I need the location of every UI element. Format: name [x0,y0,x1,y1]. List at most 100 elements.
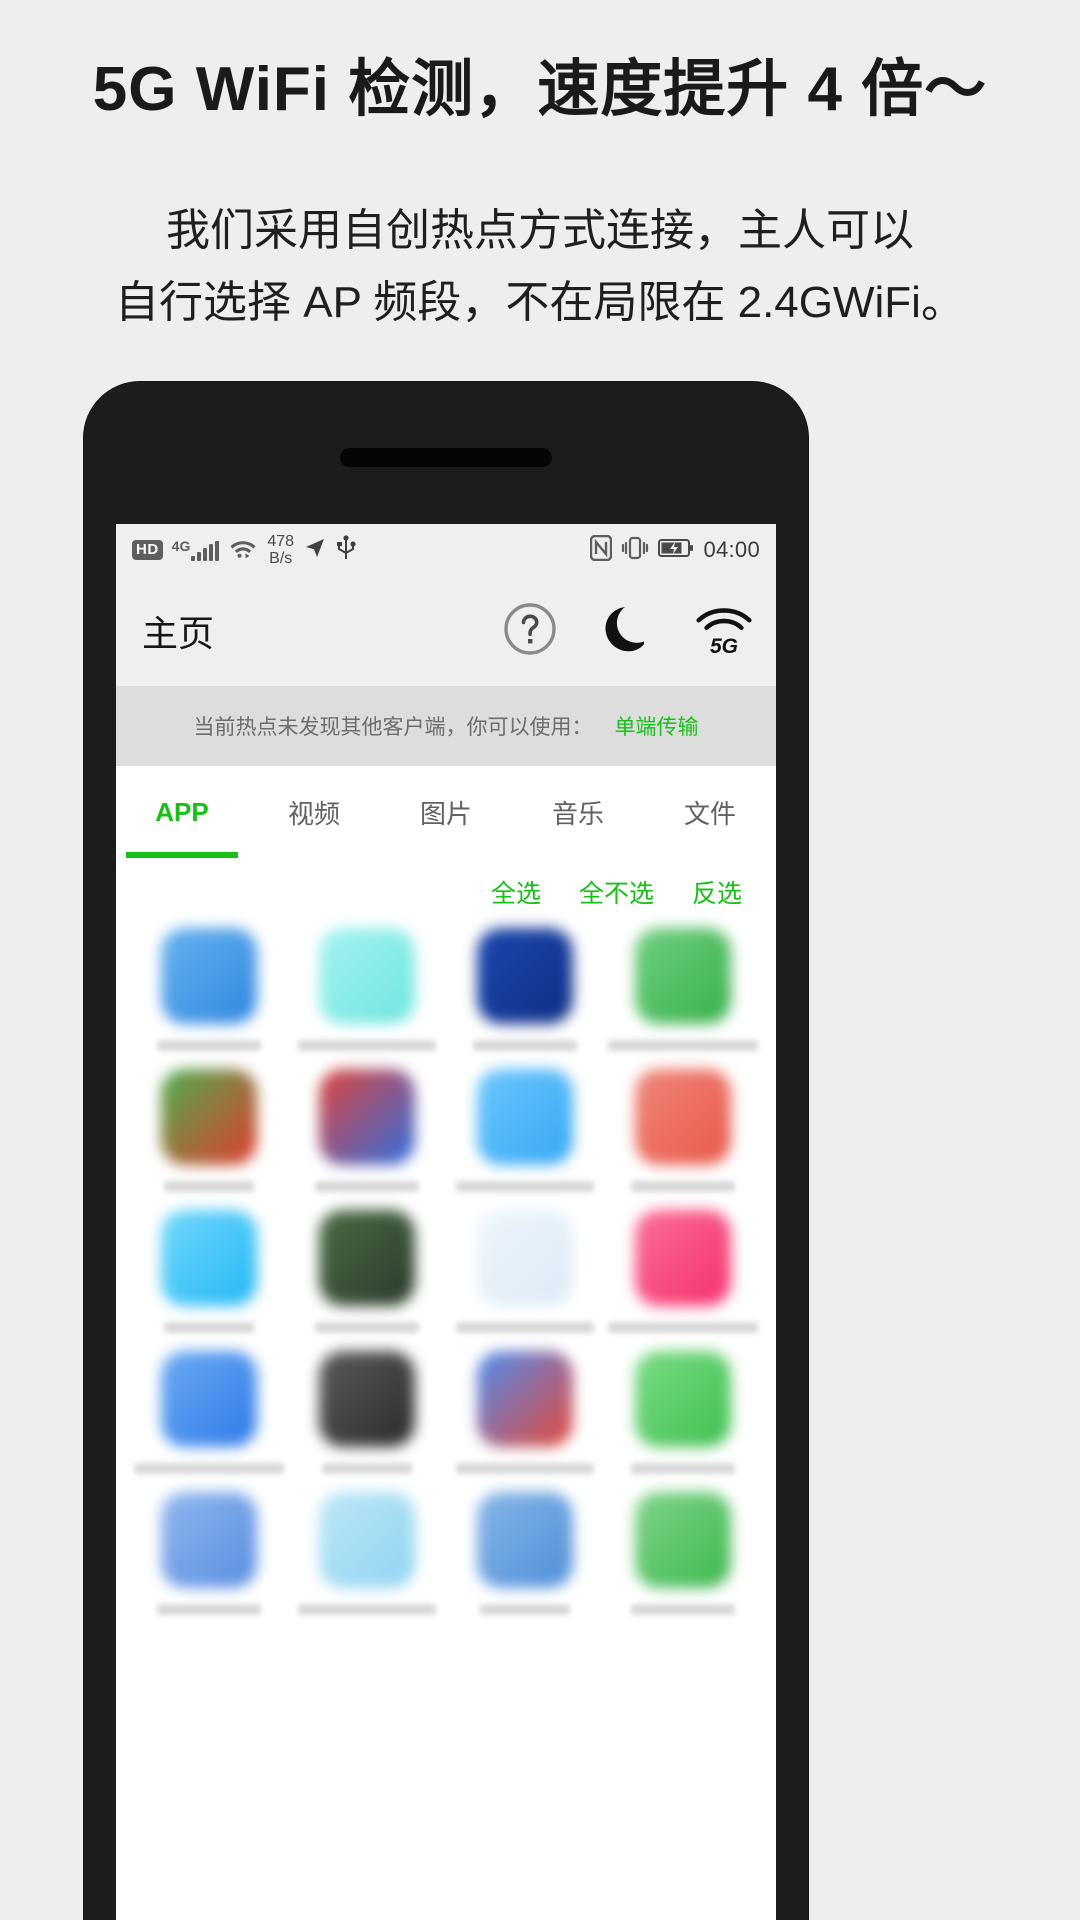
app-icon [319,928,415,1024]
tab-active-indicator [126,852,238,858]
tab-app[interactable]: APP [116,766,248,858]
moon-icon[interactable] [600,601,654,662]
app-grid-item[interactable] [288,1351,446,1474]
phone-screen: HD 4G 478 B/s 04:00 主页 5G 当前热点未发现其他客户端，你… [116,524,776,1920]
app-label [456,1463,594,1474]
app-label [315,1322,419,1333]
wifi-icon [228,536,258,565]
app-label [473,1040,577,1051]
app-grid-item[interactable] [130,1210,288,1333]
app-grid-item[interactable] [604,1210,762,1333]
app-label [608,1322,758,1333]
app-icon [161,928,257,1024]
app-icon [477,1492,573,1588]
app-icon [161,1351,257,1447]
app-grid-item[interactable] [604,928,762,1051]
tab-file[interactable]: 文件 [644,766,776,858]
hotspot-notice-banner: 当前热点未发现其他客户端，你可以使用： 单端传输 [116,686,776,766]
app-grid-item[interactable] [288,928,446,1051]
app-grid-item[interactable] [446,1069,604,1192]
network-type-label: 4G [171,538,191,554]
app-icon [635,1210,731,1306]
deselect-all-button[interactable]: 全不选 [579,874,654,910]
app-label [480,1604,570,1615]
app-label [298,1040,436,1051]
location-arrow-icon [303,536,327,565]
app-grid-item[interactable] [604,1492,762,1615]
app-icon [477,1210,573,1306]
network-speed-indicator: 478 B/s [267,533,294,567]
app-label [315,1181,419,1192]
speed-value: 478 [267,533,295,550]
notice-message: 当前热点未发现其他客户端，你可以使用： [193,716,593,739]
app-list-grid [116,920,776,1615]
app-label [631,1604,735,1615]
phone-speaker-grille [340,448,552,467]
app-label [164,1322,254,1333]
app-bar-title: 主页 [142,613,215,654]
app-label [157,1040,261,1051]
app-icon [635,1492,731,1588]
select-all-button[interactable]: 全选 [491,874,541,910]
subtitle-line-2: 自行选择 AP 频段，不在局限在 2.4GWiFi。 [115,278,965,327]
tab-video[interactable]: 视频 [248,766,380,858]
tab-image-label: 图片 [419,798,472,829]
status-bar-clock: 04:00 [703,537,760,562]
battery-charging-icon [658,538,694,563]
question-circle-icon[interactable] [502,601,558,662]
wifi-5g-icon[interactable]: 5G [696,605,752,658]
app-grid-item[interactable] [446,1492,604,1615]
promo-page: 5G WiFi 检测，速度提升 4 倍～ 我们采用自创热点方式连接，主人可以 自… [0,0,1080,1920]
selection-actions: 全选 全不选 反选 [116,858,776,920]
app-bar: 主页 5G [116,576,776,686]
signal-bars-icon: 4G [172,539,220,561]
app-label [322,1463,412,1474]
app-grid-item[interactable] [446,1351,604,1474]
app-icon [319,1492,415,1588]
tab-file-label: 文件 [683,798,736,829]
app-label [608,1040,758,1051]
app-icon [319,1069,415,1165]
app-label [456,1181,594,1192]
status-bar-left: HD 4G 478 B/s [132,533,356,567]
nfc-icon [590,534,613,566]
app-grid-item[interactable] [446,928,604,1051]
status-bar: HD 4G 478 B/s 04:00 [116,524,776,576]
app-icon [161,1492,257,1588]
app-icon [319,1210,415,1306]
app-grid-item[interactable] [130,1351,288,1474]
usb-icon [336,534,356,566]
app-icon [635,1351,731,1447]
subtitle-line-1: 我们采用自创热点方式连接，主人可以 [166,206,914,255]
status-bar-right: 04:00 [590,534,760,566]
tab-video-label: 视频 [287,798,340,829]
page-subtitle: 我们采用自创热点方式连接，主人可以 自行选择 AP 频段，不在局限在 2.4GW… [0,195,1080,339]
app-grid-item[interactable] [446,1210,604,1333]
wifi-5g-label: 5G [709,635,738,658]
app-grid-item[interactable] [288,1069,446,1192]
app-grid-item[interactable] [130,1492,288,1615]
tab-app-label: APP [155,796,209,827]
tab-music[interactable]: 音乐 [512,766,644,858]
single-transfer-link[interactable]: 单端传输 [615,711,699,741]
app-grid-item[interactable] [130,1069,288,1192]
app-icon [161,1210,257,1306]
content-tabs: APP 视频 图片 音乐 文件 [116,766,776,858]
app-grid-item[interactable] [288,1492,446,1615]
app-grid-item[interactable] [604,1351,762,1474]
tab-music-label: 音乐 [551,798,604,829]
app-bar-actions: 5G [502,601,752,662]
page-title: 5G WiFi 检测，速度提升 4 倍～ [92,55,988,124]
invert-selection-button[interactable]: 反选 [692,874,742,910]
app-icon [635,928,731,1024]
app-label [631,1463,735,1474]
app-grid-item[interactable] [604,1069,762,1192]
app-icon [477,1069,573,1165]
app-grid-item[interactable] [130,928,288,1051]
speed-unit: B/s [269,550,293,567]
tab-image[interactable]: 图片 [380,766,512,858]
app-icon [477,928,573,1024]
app-icon [635,1069,731,1165]
phone-mockup: HD 4G 478 B/s 04:00 主页 5G 当前热点未发现其他客户端，你… [84,382,808,1920]
app-grid-item[interactable] [288,1210,446,1333]
